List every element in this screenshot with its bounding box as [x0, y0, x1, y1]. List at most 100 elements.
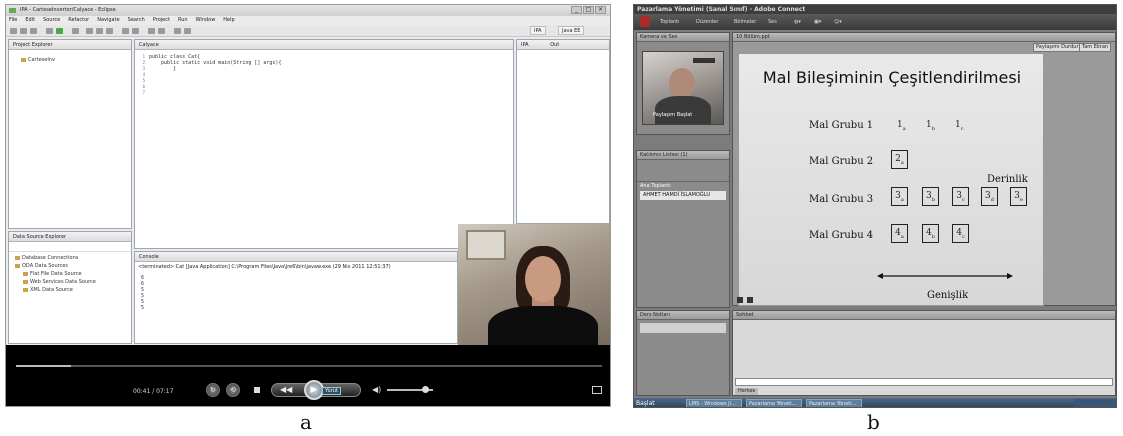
volume-slider[interactable]: [387, 386, 433, 393]
adobe-connect-panel: Pazarlama Yönetimi (Sanal Sınıf) - Adobe…: [633, 4, 1117, 408]
item-4a: 4a: [891, 224, 908, 243]
menu-run[interactable]: Run: [178, 16, 188, 25]
tree-item[interactable]: Flat File Data Source: [15, 270, 131, 278]
external-tools-icon[interactable]: [72, 28, 79, 34]
camera-icon[interactable]: ▣▾: [814, 14, 821, 30]
chat-tab-everyone[interactable]: Herkes: [735, 388, 759, 395]
search-icon[interactable]: [132, 28, 139, 34]
menu-refactor[interactable]: Refactor: [68, 16, 89, 25]
menu-help[interactable]: Help: [223, 16, 234, 25]
back-icon[interactable]: [174, 28, 181, 34]
menu-audio[interactable]: Ses: [768, 14, 777, 30]
row-label: Mal Grubu 2: [809, 156, 874, 167]
stop-button[interactable]: [254, 387, 260, 393]
menu-file[interactable]: File: [9, 16, 17, 25]
volume-knob[interactable]: [421, 386, 429, 393]
project-explorer-tab[interactable]: Project Explorer: [9, 40, 131, 50]
repeat-button[interactable]: ⟲: [226, 383, 240, 397]
stop-sharing-button[interactable]: Paylaşımı Durdur: [1033, 43, 1082, 52]
perspective-java-ee[interactable]: Java EE: [558, 26, 585, 35]
previous-button[interactable]: ◀◀: [280, 385, 292, 394]
switch-view-icon[interactable]: [592, 386, 602, 394]
menu-layouts[interactable]: Düzenler: [696, 14, 718, 30]
menu-search[interactable]: Search: [128, 16, 145, 25]
depth-label: Derinlik: [987, 174, 1028, 185]
tab-ipa[interactable]: IPA: [521, 42, 529, 48]
console-tab[interactable]: Console: [135, 252, 457, 262]
console-line: 5: [141, 305, 145, 311]
code-line: }: [149, 66, 177, 72]
menu-edit[interactable]: Edit: [25, 16, 35, 25]
mute-icon[interactable]: ◀): [372, 385, 381, 394]
new-icon[interactable]: [10, 28, 17, 34]
taskbar-item[interactable]: Pazarlama Yöneti...: [746, 399, 802, 407]
run-icon[interactable]: [56, 28, 63, 34]
microphone-icon[interactable]: ◍▾: [794, 14, 801, 30]
console-view: Console <terminated> Cat [Java Applicati…: [134, 251, 458, 344]
minimize-button[interactable]: _: [571, 6, 582, 14]
perspective-ipa[interactable]: IPA: [530, 26, 546, 35]
tree-item[interactable]: ODA Data Sources: [15, 262, 131, 270]
outline-tabs: IPA Out: [517, 40, 609, 50]
item-1a: 1a: [897, 120, 906, 132]
open-type-icon[interactable]: [122, 28, 129, 34]
menu-bar: Toplantı Düzenler Bölmeler Ses ◍▾ ▣▾ ☺▾: [634, 14, 1116, 30]
close-button[interactable]: ×: [595, 6, 606, 14]
caption-b: b: [867, 410, 880, 434]
start-button[interactable]: Başlat: [636, 400, 655, 407]
new-java-project-icon[interactable]: [86, 28, 93, 34]
menu-pods[interactable]: Bölmeler: [734, 14, 756, 30]
window-controls: _ □ ×: [571, 6, 606, 14]
menu-source[interactable]: Source: [43, 16, 60, 25]
new-package-icon[interactable]: [96, 28, 103, 34]
prev-slide-icon[interactable]: [737, 297, 743, 303]
line-number-gutter: 1 2 3 4 5 6 7: [137, 54, 145, 96]
folder-icon: [15, 255, 20, 260]
annotation-next-icon[interactable]: [148, 28, 155, 34]
debug-icon[interactable]: [46, 28, 53, 34]
data-source-explorer-tab[interactable]: Data Source Explorer: [9, 232, 131, 242]
seek-bar[interactable]: [16, 365, 602, 367]
tab-outline[interactable]: Out: [550, 42, 559, 48]
status-icon[interactable]: ☺▾: [834, 14, 842, 30]
presentation-slide: Mal Bileşiminin Çeşitlendirilmesi Mal Gr…: [738, 53, 1044, 306]
data-source-toolbar: [9, 242, 131, 252]
chat-input[interactable]: [735, 378, 1113, 386]
window-title: IPA - CarteseInvertor/Calyace - Eclipse: [6, 5, 610, 16]
new-class-icon[interactable]: [106, 28, 113, 34]
chat-pod: Sohbet Herkes: [732, 310, 1116, 396]
main-toolbar: IPA Java EE: [6, 25, 610, 37]
notes-toolbar[interactable]: [640, 323, 726, 333]
code-area[interactable]: public class Cat{ public static void mai…: [149, 54, 281, 72]
project-item[interactable]: CarteseInv: [21, 56, 131, 64]
project-folder-icon: [21, 57, 26, 62]
shuffle-button[interactable]: ↻: [206, 383, 220, 397]
seek-progress: [16, 365, 72, 367]
tree-item[interactable]: Database Connections: [15, 254, 131, 262]
save-icon[interactable]: [20, 28, 27, 34]
next-slide-icon[interactable]: [747, 297, 753, 303]
tree-item[interactable]: Web Services Data Source: [15, 278, 131, 286]
editor-tab[interactable]: Calyace: [135, 40, 513, 50]
folder-icon: [23, 287, 28, 292]
menu-window[interactable]: Window: [196, 16, 216, 25]
menu-project[interactable]: Project: [153, 16, 170, 25]
editor-view: Calyace 1 2 3 4 5 6 7 public class Cat{ …: [134, 39, 514, 249]
folder-icon: [23, 279, 28, 284]
maximize-button[interactable]: □: [583, 6, 594, 14]
video-control-bar[interactable]: [693, 58, 715, 63]
system-tray: [1074, 399, 1116, 407]
attendee-item[interactable]: AHMET HAMDİ İSLAMOĞLU: [640, 191, 726, 200]
annotation-prev-icon[interactable]: [158, 28, 165, 34]
taskbar-item[interactable]: Pazarlama Yöneti...: [806, 399, 862, 407]
taskbar-item[interactable]: LMS - Windows Ji...: [686, 399, 742, 407]
full-screen-button[interactable]: Tam Ekran: [1079, 43, 1112, 52]
name-tag: Paylaşım Başlat: [653, 112, 693, 118]
play-button[interactable]: ▶: [304, 380, 324, 400]
print-icon[interactable]: [30, 28, 37, 34]
menu-navigate[interactable]: Navigate: [97, 16, 119, 25]
menu-meeting[interactable]: Toplantı: [660, 14, 679, 30]
tree-item[interactable]: XML Data Source: [15, 286, 131, 294]
forward-icon[interactable]: [184, 28, 191, 34]
window-title: Pazarlama Yönetimi (Sanal Sınıf) - Adobe…: [634, 5, 1116, 14]
